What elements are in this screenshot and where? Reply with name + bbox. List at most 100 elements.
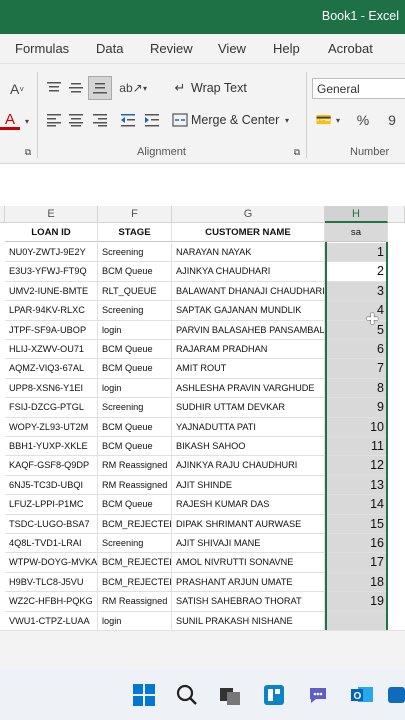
tab-acrobat[interactable]: Acrobat <box>328 41 373 56</box>
align-bottom-icon[interactable] <box>88 76 112 100</box>
align-middle-icon[interactable] <box>66 78 86 98</box>
cell-stage[interactable]: login <box>98 320 172 340</box>
cell-stage[interactable]: BCM Queue <box>98 262 172 282</box>
cell-loan-id[interactable]: LFUZ-LPPI-P1MC <box>5 495 98 515</box>
cell-customer-name[interactable]: SUDHIR UTTAM DEVKAR <box>172 398 325 418</box>
cell-loan-id[interactable]: AQMZ-VIQ3-67AL <box>5 359 98 379</box>
cell-loan-id[interactable]: LPAR-94KV-RLXC <box>5 301 98 321</box>
cell-stage[interactable]: RM Reassigned <box>98 475 172 496</box>
column-header-g[interactable]: G <box>172 206 325 223</box>
tab-formulas[interactable]: Formulas <box>15 41 69 56</box>
cell-loan-id[interactable]: 6NJ5-TC3D-UBQI <box>5 475 98 496</box>
cell-loan-id[interactable]: E3U3-YFWJ-FT9Q <box>5 262 98 282</box>
cell-customer-name[interactable]: YAJNADUTTA PATI <box>172 417 325 437</box>
tab-view[interactable]: View <box>218 41 246 56</box>
cell-stage[interactable]: login <box>98 611 172 631</box>
tab-help[interactable]: Help <box>273 41 300 56</box>
font-color-icon[interactable]: A <box>0 111 20 130</box>
tab-review[interactable]: Review <box>150 41 193 56</box>
cell-loan-id[interactable]: WZ2C-HFBH-PQKG <box>5 592 98 612</box>
cell-sa[interactable]: 12 <box>325 456 388 476</box>
cell-sa[interactable]: 9 <box>325 398 388 418</box>
cell-loan-id[interactable]: BBH1-YUXP-XKLE <box>5 437 98 457</box>
cell-customer-name[interactable]: ASHLESHA PRAVIN VARGHUDE <box>172 378 325 399</box>
cell-stage[interactable]: Screening <box>98 243 172 263</box>
cell-customer-name[interactable]: RAJARAM PRADHAN <box>172 340 325 360</box>
wrap-text-icon[interactable]: ↵ <box>170 78 190 98</box>
task-view-icon[interactable] <box>217 682 243 708</box>
cell-sa[interactable]: 15 <box>325 514 388 534</box>
cell-sa[interactable]: 14 <box>325 495 388 515</box>
cell-customer-name[interactable]: RAJESH KUMAR DAS <box>172 495 325 515</box>
search-icon[interactable] <box>174 682 200 708</box>
spreadsheet-grid[interactable]: E F G H LOAN ID STAGE CUSTOMER NAME sa N… <box>0 206 405 632</box>
cell-loan-id[interactable]: WOPY-ZL93-UT2M <box>5 417 98 437</box>
column-header-h[interactable]: H <box>325 206 388 223</box>
cell-customer-name[interactable]: AMIT ROUT <box>172 359 325 379</box>
cell-stage[interactable]: Screening <box>98 398 172 418</box>
cell-sa[interactable] <box>325 611 388 631</box>
cell-loan-id[interactable]: JTPF-SF9A-UBOP <box>5 320 98 340</box>
cell-sa[interactable]: 3 <box>325 281 388 302</box>
cell-stage[interactable]: BCM Queue <box>98 359 172 379</box>
orientation-dropdown-icon[interactable]: ▾ <box>141 82 149 94</box>
merge-dropdown-icon[interactable]: ▾ <box>282 114 292 126</box>
cell-loan-id[interactable]: VWU1-CTPZ-LUAA <box>5 611 98 631</box>
cell-sa[interactable]: 8 <box>325 378 388 399</box>
cell-sa[interactable]: 13 <box>325 475 388 496</box>
increase-indent-icon[interactable] <box>142 110 162 130</box>
cell-stage[interactable]: BCM_REJECTED <box>98 553 172 573</box>
accounting-format-icon[interactable]: 💳 <box>314 110 334 130</box>
cell-loan-id[interactable]: TSDC-LUGO-BSA7 <box>5 514 98 534</box>
header-cell-customer-name[interactable]: CUSTOMER NAME <box>172 223 325 243</box>
cell-stage[interactable]: RM Reassigned <box>98 456 172 476</box>
cell-sa[interactable]: 11 <box>325 437 388 457</box>
comma-style-button[interactable]: 9 <box>384 110 400 130</box>
wrap-text-button[interactable]: Wrap Text <box>191 81 247 95</box>
app-icon[interactable] <box>386 682 405 708</box>
tab-data[interactable]: Data <box>96 41 123 56</box>
font-size-decrease-icon[interactable]: A ˅ <box>8 80 26 98</box>
cell-loan-id[interactable]: H9BV-TLC8-J5VU <box>5 572 98 593</box>
cell-stage[interactable]: BCM Queue <box>98 495 172 515</box>
windows-start-icon[interactable] <box>131 682 157 708</box>
cell-customer-name[interactable]: AMOL NIVRUTTI SONAVNE <box>172 553 325 573</box>
cell-sa[interactable]: 18 <box>325 572 388 593</box>
cell-loan-id[interactable]: 4Q8L-TVD1-LRAI <box>5 534 98 554</box>
cell-customer-name[interactable]: SAPTAK GAJANAN MUNDLIK <box>172 301 325 321</box>
outlook-icon[interactable]: O <box>349 682 375 708</box>
cell-customer-name[interactable]: PARVIN BALASAHEB PANSAMBAL <box>172 320 325 340</box>
header-cell-sa[interactable]: sa <box>325 223 388 243</box>
cell-loan-id[interactable]: KAQF-GSF8-Q9DP <box>5 456 98 476</box>
accounting-dropdown-icon[interactable]: ▾ <box>334 114 342 126</box>
align-left-icon[interactable] <box>44 110 64 130</box>
percent-style-button[interactable]: % <box>355 110 371 130</box>
column-header-e[interactable]: E <box>5 206 98 223</box>
cell-loan-id[interactable]: NU0Y-ZWTJ-9E2Y <box>5 243 98 263</box>
cell-customer-name[interactable]: SATISH SAHEBRAO THORAT <box>172 592 325 612</box>
cell-customer-name[interactable]: DIPAK SHRIMANT AURWASE <box>172 514 325 534</box>
cell-loan-id[interactable]: UMV2-IUNE-BMTE <box>5 281 98 302</box>
cell-customer-name[interactable]: AJIT SHIVAJI MANE <box>172 534 325 554</box>
cell-stage[interactable]: RM Reassigned <box>98 592 172 612</box>
column-header-i[interactable] <box>388 206 405 223</box>
cell-sa[interactable]: 16 <box>325 534 388 554</box>
cell-sa[interactable]: 6 <box>325 340 388 360</box>
cell-sa[interactable]: 1 <box>325 243 388 263</box>
cell-loan-id[interactable]: FSIJ-DZCG-PTGL <box>5 398 98 418</box>
teams-chat-icon[interactable] <box>305 682 331 708</box>
cell-loan-id[interactable]: UPP8-XSN6-Y1EI <box>5 378 98 399</box>
cell-stage[interactable]: BCM Queue <box>98 437 172 457</box>
align-top-icon[interactable] <box>44 78 64 98</box>
column-header-f[interactable]: F <box>98 206 172 223</box>
header-cell-loan-id[interactable]: LOAN ID <box>5 223 98 243</box>
number-format-select[interactable]: General <box>312 78 405 99</box>
cell-customer-name[interactable]: BALAWANT DHANAJI CHAUDHARI <box>172 281 325 302</box>
orientation-icon[interactable]: ab↗ <box>119 78 142 98</box>
cell-stage[interactable]: BCM Queue <box>98 417 172 437</box>
font-color-dropdown-icon[interactable]: ▾ <box>22 114 32 128</box>
cell-stage[interactable]: BCM Queue <box>98 340 172 360</box>
cell-customer-name[interactable]: SUNIL PRAKASH NISHANE <box>172 611 325 631</box>
cell-stage[interactable]: login <box>98 378 172 399</box>
merge-center-button[interactable]: Merge & Center <box>191 113 279 127</box>
